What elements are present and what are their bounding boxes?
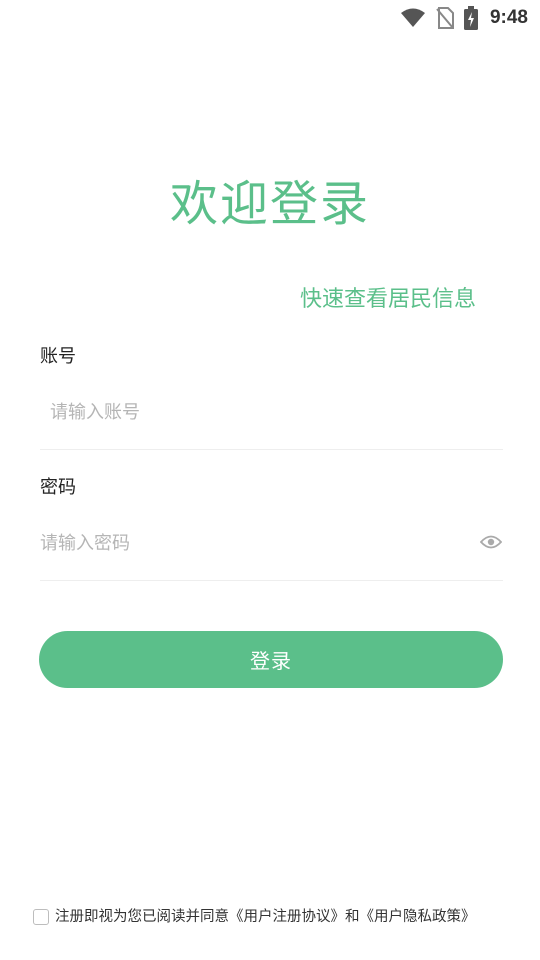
password-label: 密码 [40,477,76,498]
account-label: 账号 [40,346,76,367]
account-input[interactable] [50,392,490,432]
password-divider [40,580,503,581]
battery-charging-icon [463,6,478,30]
page-subtitle: 快速查看居民信息 [299,287,476,312]
password-input[interactable] [40,523,460,563]
account-divider [40,449,503,450]
agreement-row: 注册即视为您已阅读并同意《用户注册协议》和《用户隐私政策》 [33,907,476,927]
status-bar: 9:48 [0,0,540,36]
wifi-icon [400,8,426,28]
no-sim-icon [436,7,454,29]
agreement-text[interactable]: 注册即视为您已阅读并同意《用户注册协议》和《用户隐私政策》 [55,907,476,927]
page-title: 欢迎登录 [169,176,370,232]
status-time: 9:48 [489,7,528,28]
show-password-eye-icon[interactable] [480,532,502,552]
login-button[interactable]: 登录 [39,631,503,688]
agreement-checkbox[interactable] [33,909,49,925]
